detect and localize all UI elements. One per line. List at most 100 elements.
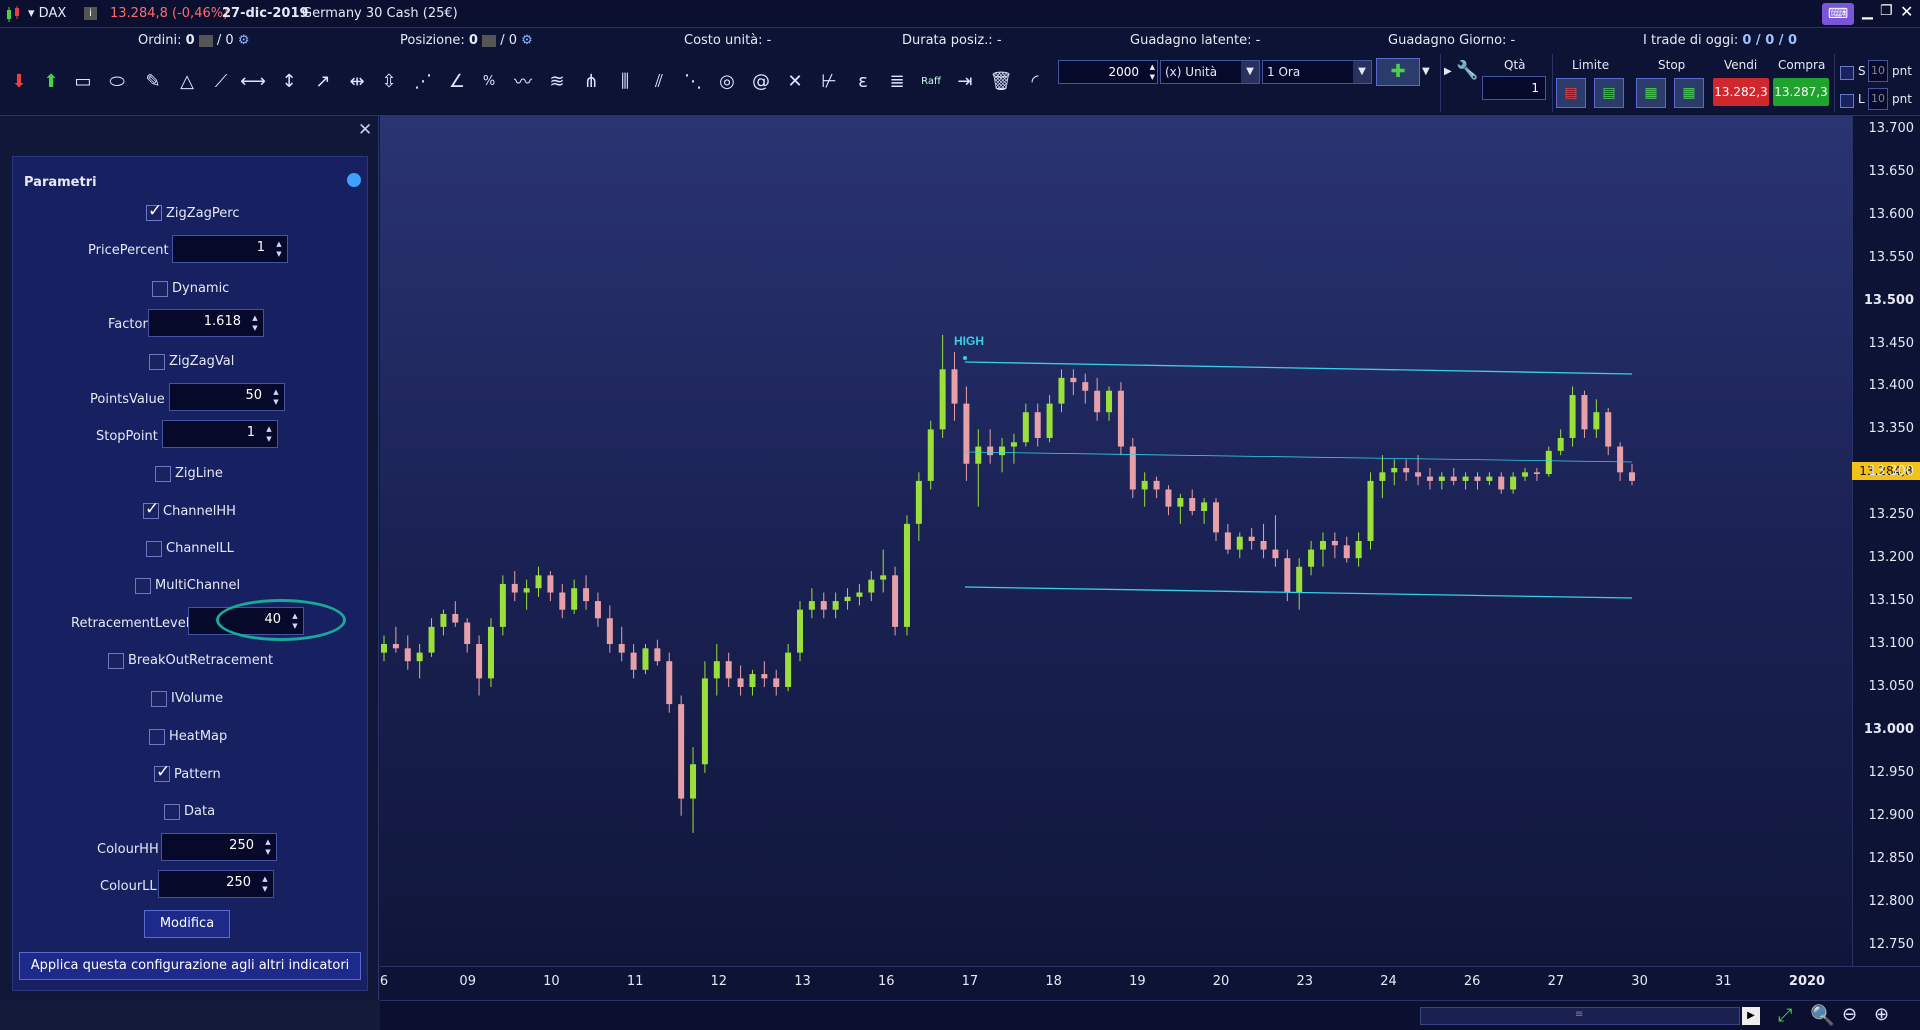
l-pnt-input[interactable]: 10	[1868, 88, 1888, 110]
factor-spinner[interactable]: ▲ ▼	[249, 313, 261, 333]
zigzagval-checkbox[interactable]	[149, 354, 165, 370]
gann-fan-icon[interactable]: ⋱	[680, 68, 706, 94]
dynamic-checkbox[interactable]	[152, 281, 168, 297]
fibonacci-spiral-icon[interactable]: @	[748, 68, 774, 94]
stoppoint-spinner[interactable]: ▲ ▼	[263, 424, 275, 444]
vertical-line-icon[interactable]: ↕	[276, 68, 302, 94]
ivolume-checkbox[interactable]	[151, 691, 167, 707]
colourll-spinner[interactable]: ▲ ▼	[259, 874, 271, 894]
timeframe-select[interactable]: 1 Ora ▼	[1262, 60, 1372, 84]
bars-count-input[interactable]: 2000 ▲ ▼	[1058, 60, 1158, 84]
pricepercent-input[interactable]: 1 ▲ ▼	[172, 235, 288, 263]
fibonacci-circle-icon[interactable]: ◎	[714, 68, 740, 94]
pitchfork-tool-icon[interactable]: ⋔	[578, 68, 604, 94]
sell-arrow-icon[interactable]: ⬇	[6, 68, 32, 94]
delete-drawings-icon[interactable]: 🗑	[988, 68, 1014, 94]
apply-config-button[interactable]: Applica questa configurazione agli altri…	[19, 952, 361, 980]
percent-tool-icon[interactable]: %	[476, 68, 502, 94]
data-checkbox[interactable]	[164, 804, 180, 820]
ellipse-tool-icon[interactable]: ⬭	[104, 68, 130, 94]
lasso-tool-icon[interactable]: ✎	[140, 68, 166, 94]
fibonacci-levels-icon[interactable]: ≣	[884, 68, 910, 94]
auto-scale-icon[interactable]: ⤢	[1778, 1005, 1792, 1026]
horizontal-line-icon[interactable]: ⟷	[240, 68, 266, 94]
zigzagperc-checkbox[interactable]	[146, 201, 162, 221]
zoom-in-icon[interactable]: ⊕	[1874, 1004, 1889, 1025]
scroll-right-icon[interactable]: ▶	[1742, 1007, 1760, 1025]
unit-dropdown-icon[interactable]: ▼	[1241, 61, 1259, 83]
s-pnt-input[interactable]: 10	[1868, 60, 1888, 82]
pricepercent-spinner[interactable]: ▲ ▼	[273, 239, 285, 259]
trendline-tool-icon[interactable]: ⟋	[208, 68, 234, 94]
info-icon[interactable]: i	[84, 7, 97, 20]
stop-buy-icon[interactable]: ▦	[1674, 78, 1704, 108]
elliott-wave-icon[interactable]: ε	[850, 68, 876, 94]
limit-buy-icon[interactable]: ▤	[1594, 78, 1624, 108]
parallel-lines-icon[interactable]: ⫼	[612, 68, 638, 94]
l-checkbox[interactable]	[1840, 94, 1854, 108]
colourll-input[interactable]: 250 ▲ ▼	[158, 870, 274, 898]
zoom-out-icon[interactable]: ⊖	[1842, 1004, 1857, 1025]
rectangle-tool-icon[interactable]: ▭	[70, 68, 96, 94]
fibonacci-fan-icon[interactable]: ⊬	[816, 68, 842, 94]
restore-icon[interactable]: ❐	[1880, 3, 1893, 19]
qty-input[interactable]: 1	[1482, 76, 1546, 100]
modify-button[interactable]: Modifica	[144, 910, 230, 938]
zigline-checkbox[interactable]	[155, 466, 171, 482]
stop-sell-icon[interactable]: ▦	[1636, 78, 1666, 108]
measure-tool-icon[interactable]: ⇥	[952, 68, 978, 94]
speed-lines-icon[interactable]: ⫽	[646, 68, 672, 94]
panel-close-icon[interactable]: ✕	[358, 120, 372, 140]
candlestick-chart[interactable]: HIGH	[380, 116, 1920, 1000]
channel-tool-icon[interactable]: ≋	[544, 68, 570, 94]
minimize-icon[interactable]: ▁	[1862, 4, 1873, 20]
colourhh-input[interactable]: 250 ▲ ▼	[161, 833, 277, 861]
add-indicator-icon[interactable]: ✚	[1376, 58, 1420, 86]
price-chart[interactable]: HIGH 13.284,8 13.700 13.650 13.600 13.550 13…	[380, 116, 1920, 1000]
arc-tool-icon[interactable]: ◜	[1022, 68, 1048, 94]
pointsvalue-spinner[interactable]: ▲ ▼	[270, 387, 282, 407]
fan-tool-icon[interactable]: ⋰	[410, 68, 436, 94]
s-checkbox[interactable]	[1840, 66, 1854, 80]
breakout-checkbox[interactable]	[108, 653, 124, 669]
limit-sell-icon[interactable]: ▤	[1556, 78, 1586, 108]
expand-arrow-icon[interactable]: ▶	[1444, 66, 1452, 77]
raff-channel-icon[interactable]: Raff	[918, 68, 944, 94]
keyboard-icon[interactable]: ⌨	[1822, 3, 1854, 25]
factor-input[interactable]: 1.618 ▲ ▼	[148, 309, 264, 337]
position-gear-icon[interactable]: ⚙	[521, 33, 533, 48]
horizontal-ray-icon[interactable]: ⇹	[344, 68, 370, 94]
x-axis[interactable]	[380, 966, 1920, 1000]
vertical-ray-icon[interactable]: ⇳	[376, 68, 402, 94]
orders-gear-icon[interactable]: ⚙	[238, 33, 250, 48]
channelll-checkbox[interactable]	[146, 541, 162, 557]
cross-lines-icon[interactable]: ✕	[782, 68, 808, 94]
triangle-tool-icon[interactable]: △	[174, 68, 200, 94]
stoppoint-input[interactable]: 1 ▲ ▼	[162, 420, 278, 448]
pointsvalue-input[interactable]: 50 ▲ ▼	[169, 383, 285, 411]
sell-button[interactable]: 13.282,3	[1713, 78, 1769, 106]
channelhh-checkbox[interactable]	[143, 499, 159, 519]
close-position-icon[interactable]	[482, 34, 497, 47]
bars-count-spinner[interactable]: ▲ ▼	[1150, 62, 1155, 82]
help-bubble-icon[interactable]	[347, 173, 361, 187]
wrench-icon[interactable]: 🔧	[1456, 60, 1478, 81]
zoom-area-icon[interactable]: 🔍	[1810, 1003, 1835, 1027]
pattern-checkbox[interactable]	[154, 762, 170, 782]
colourhh-spinner[interactable]: ▲ ▼	[262, 837, 274, 857]
heatmap-checkbox[interactable]	[149, 729, 165, 745]
cancel-orders-icon[interactable]	[198, 34, 213, 47]
x-tick-label: 16	[877, 974, 895, 989]
scrollbar-thumb-grip[interactable]: ≡	[1575, 1009, 1583, 1020]
timeframe-dropdown-icon[interactable]: ▼	[1353, 61, 1371, 83]
buy-button[interactable]: 13.287,3	[1773, 78, 1829, 106]
wave-tool-icon[interactable]: 〰	[510, 68, 536, 94]
close-icon[interactable]: ✕	[1900, 2, 1913, 21]
angle-tool-icon[interactable]: ∠	[444, 68, 470, 94]
unit-select[interactable]: (x) Unità ▼	[1160, 60, 1260, 84]
indicator-dropdown-icon[interactable]: ▼	[1422, 66, 1430, 77]
symbol-dropdown[interactable]: ▾ DAX	[28, 6, 66, 21]
buy-arrow-icon[interactable]: ⬆	[38, 68, 64, 94]
ray-tool-icon[interactable]: ↗	[310, 68, 336, 94]
multichannel-checkbox[interactable]	[135, 578, 151, 594]
